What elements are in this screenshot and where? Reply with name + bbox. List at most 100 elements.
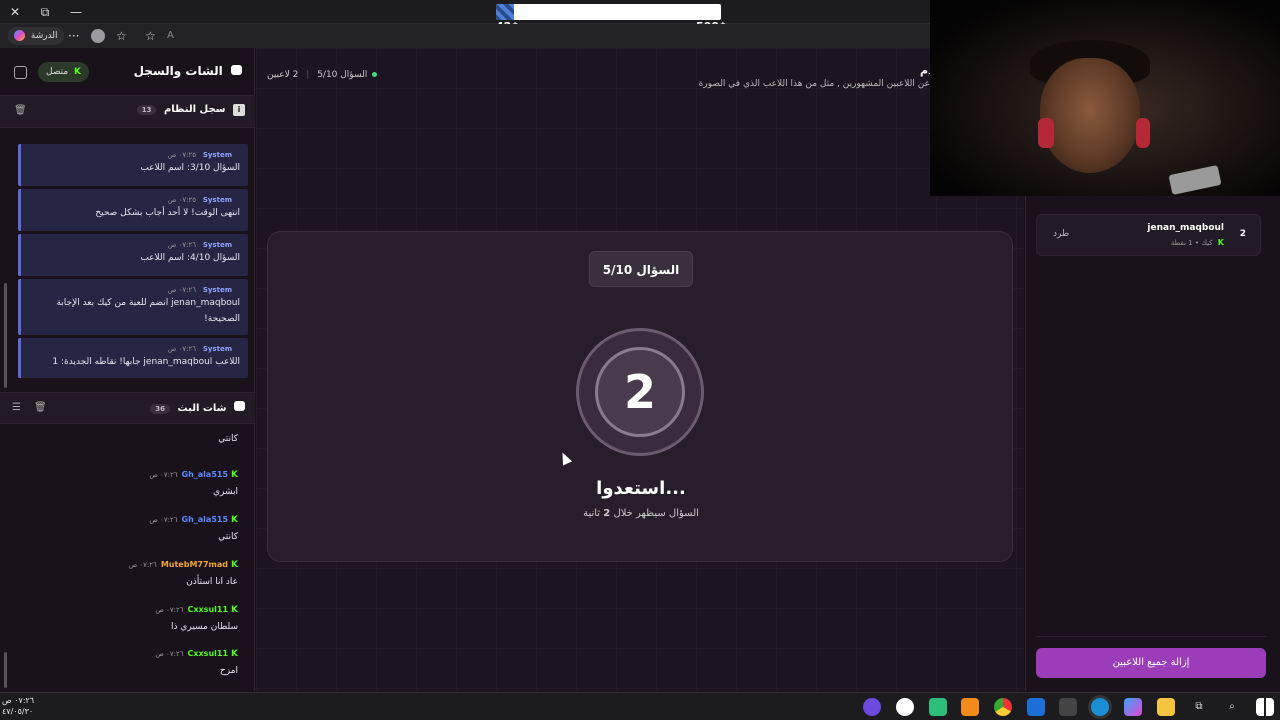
system-message-text: اللاعب jenan_maqboul جابها! نقاطه الجديد…	[52, 357, 240, 367]
stream-chat-count: 36	[150, 404, 171, 414]
subtext-suffix: ثانية	[583, 508, 601, 519]
webcam-overlay	[930, 0, 1280, 196]
clock[interactable]: ٠٧:٢٦ ص ٤٧/٠٥/٣٠	[2, 695, 34, 717]
store-icon[interactable]	[1059, 698, 1077, 716]
system-log-title: 13 سجل النظام i	[136, 104, 245, 116]
message-time: ٠٧:٢٦ ص	[155, 650, 184, 658]
clock-time: ٠٧:٢٦ ص	[2, 696, 35, 705]
message-time: ٠٧:٢٥ ص	[167, 151, 196, 159]
system-sender: System	[202, 286, 232, 294]
chat-username[interactable]: MutebM77mad	[161, 560, 228, 569]
chat-message: ٠٧:٢٦ ص Cxxsul11 K سلطان مسيري ذا	[155, 597, 238, 632]
connection-status: متصل K	[38, 62, 90, 82]
close-icon[interactable]: ✕	[6, 3, 24, 21]
chrome-icon[interactable]	[994, 698, 1012, 716]
file-explorer-icon[interactable]	[1157, 698, 1175, 716]
more-icon[interactable]: ···	[68, 27, 79, 45]
info-icon: i	[233, 104, 245, 116]
chat-message-text: كانتي	[218, 434, 238, 444]
game-subtitle: عن اللاعبين المشهورين , مثل من هذا اللاع…	[698, 79, 930, 89]
kick-icon: K	[231, 605, 238, 615]
browser-toolbar: الدرشة ··· ☆ ☆ A	[0, 24, 930, 48]
edge-icon[interactable]	[1091, 698, 1109, 716]
kick-player-button[interactable]: طرد	[1053, 229, 1069, 239]
star-icon[interactable]: ☆	[145, 27, 156, 45]
donation-goal-bar	[496, 4, 721, 20]
goal-progress-fill	[496, 4, 514, 20]
game-status: السؤال 5/10 | 2 لاعبين	[267, 70, 378, 80]
trash-icon[interactable]: 🗑	[14, 105, 27, 116]
player-points: 1 نقطة	[1170, 239, 1193, 247]
chat-button[interactable]: الدرشة	[8, 27, 64, 45]
chat-username[interactable]: Gh_ala515	[182, 515, 229, 524]
stream-chat-title-text: شات البث	[177, 403, 227, 414]
chat-label: الدرشة	[30, 31, 58, 41]
message-time: ٠٧:٢٦ ص	[149, 471, 178, 479]
chat-username[interactable]: Cxxsul11	[187, 649, 228, 658]
outlook-icon[interactable]	[1027, 698, 1045, 716]
system-message: System ٠٧:٢٥ ص السؤال 3/10: اسم اللاعب	[18, 144, 248, 186]
webcam-background-object	[1168, 165, 1222, 195]
app-icon[interactable]	[961, 698, 979, 716]
chat-message: ٠٧:٢٦ ص Gh_ala515 K كانتي	[149, 507, 238, 542]
subtext-seconds: 2	[603, 508, 611, 519]
app-icon[interactable]	[929, 698, 947, 716]
system-message-text: jenan_maqboul انضم للعبة من كيك بعد الإج…	[56, 298, 240, 324]
copilot-icon[interactable]	[1124, 698, 1142, 716]
system-log-header: 🗑 13 سجل النظام i	[0, 96, 255, 128]
countdown-ring: 2	[576, 328, 704, 456]
question-progress: السؤال 5/10	[317, 70, 368, 80]
message-time: ٠٧:٢٥ ص	[167, 196, 196, 204]
align-icon[interactable]: ☰	[12, 402, 21, 413]
system-message: System ٠٧:٢٥ ص انتهى الوقت! لا أحد أجاب …	[18, 189, 248, 231]
scrollbar[interactable]	[4, 283, 7, 388]
obs-icon[interactable]	[896, 698, 914, 716]
chat-message: ٠٧:٢٦ ص MutebM77mad K عاد انا استأذن	[129, 552, 238, 587]
player-platform: كيك	[1201, 239, 1213, 247]
restore-icon[interactable]: ⧉	[36, 3, 54, 21]
search-icon[interactable]: ⌕	[1223, 698, 1241, 716]
chat-username[interactable]: Gh_ala515	[182, 470, 229, 479]
headset-right	[1136, 118, 1150, 148]
players-panel: طرد 2 jenan_maqboul K كيك • 1 نقطة إزالة…	[1025, 196, 1280, 691]
kick-icon: K	[231, 560, 238, 570]
system-message-text: السؤال 3/10: اسم اللاعب	[140, 163, 240, 173]
message-time: ٠٧:٢٦ ص	[167, 241, 196, 249]
chat-message: كانتي	[218, 434, 238, 444]
system-log-title-text: سجل النظام	[163, 104, 226, 115]
system-log-count: 13	[136, 105, 157, 115]
subtext-prefix: السؤال سيظهر خلال	[613, 508, 699, 519]
trash-icon[interactable]: 🗑	[34, 402, 47, 413]
chat-username[interactable]: Cxxsul11	[187, 605, 228, 614]
collapse-panel-icon[interactable]	[14, 66, 27, 79]
taskbar: ٠٧:٢٦ ص ٤٧/٠٥/٣٠ ⧉ ⌕	[0, 692, 1280, 720]
panel-title: الشات والسجل	[134, 64, 242, 78]
favorites-icon[interactable]: ☆	[116, 27, 127, 45]
chat-bubble-icon	[234, 401, 245, 411]
system-sender: System	[202, 241, 232, 249]
remove-all-players-button[interactable]: إزالة جميع اللاعبين	[1036, 648, 1266, 678]
message-time: ٠٧:٢٦ ص	[149, 516, 178, 524]
chat-message-text: ابشري	[212, 487, 238, 497]
system-message: System ٠٧:٢٦ ص السؤال 4/10: اسم اللاعب	[18, 234, 248, 276]
message-time: ٠٧:٢٦ ص	[167, 345, 196, 353]
chat-message-text: سلطان مسيري ذا	[170, 622, 238, 632]
profile-avatar[interactable]	[91, 29, 105, 43]
system-message-text: السؤال 4/10: اسم اللاعب	[140, 253, 240, 263]
chat-message-text: امزح	[219, 666, 238, 676]
app-icon[interactable]	[863, 698, 881, 716]
task-view-icon[interactable]: ⧉	[1190, 698, 1208, 716]
message-time: ٠٧:٢٦ ص	[155, 606, 184, 614]
scrollbar[interactable]	[4, 652, 7, 688]
system-message-text: انتهى الوقت! لا أحد أجاب بشكل صحيح	[95, 208, 240, 218]
player-meta: K كيك • 1 نقطة	[1170, 238, 1224, 247]
start-icon[interactable]	[1256, 698, 1274, 716]
message-time: ٠٧:٢٦ ص	[167, 286, 196, 294]
panel-title-text: الشات والسجل	[133, 64, 223, 78]
players-count: 2 لاعبين	[267, 70, 299, 80]
kick-icon: K	[231, 515, 238, 525]
panel-header: متصل K الشات والسجل	[0, 48, 254, 96]
read-aloud-icon[interactable]: A	[167, 27, 174, 45]
countdown-subtext: السؤال سيظهر خلال 2 ثانية	[268, 508, 1014, 519]
minimize-icon[interactable]: —	[67, 3, 85, 21]
